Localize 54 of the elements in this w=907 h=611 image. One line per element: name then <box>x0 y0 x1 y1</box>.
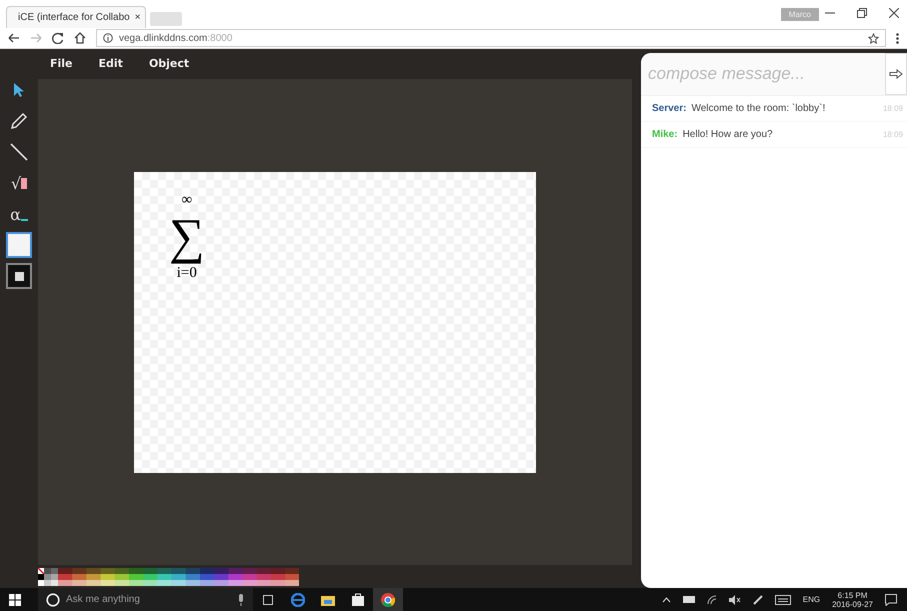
drawing-canvas[interactable]: ∞ ∑ i=0 <box>134 172 536 472</box>
info-icon <box>103 33 113 43</box>
folder-icon[interactable] <box>321 594 335 606</box>
menu-item[interactable]: File <box>50 56 73 70</box>
lower-limit: i=0 <box>176 265 197 281</box>
compose-field[interactable]: compose message... <box>641 53 885 95</box>
address-bar[interactable]: vega.dlinkddns.com:8000 <box>96 29 886 47</box>
reload-icon[interactable] <box>52 32 64 44</box>
restore-icon[interactable] <box>857 8 867 18</box>
tab-close-button[interactable]: × <box>134 12 141 23</box>
search-placeholder: Ask me anything <box>66 594 141 605</box>
stroke-color-swatch[interactable] <box>6 263 32 289</box>
language-indicator[interactable]: ENG <box>802 595 820 604</box>
url-text: vega.dlinkddns.com:8000 <box>119 32 232 44</box>
text-tool[interactable]: α <box>6 201 32 227</box>
battery-icon[interactable] <box>682 596 695 603</box>
message-text: Welcome to the room: `lobby`! <box>691 103 826 114</box>
upper-limit: ∞ <box>181 192 192 208</box>
close-icon[interactable] <box>889 8 899 18</box>
send-button[interactable] <box>885 53 907 95</box>
notification-icon[interactable] <box>885 594 897 606</box>
browser-icon[interactable] <box>291 592 305 606</box>
clock[interactable]: 6:15 PM 2016-09-27 <box>832 590 873 608</box>
keyboard-icon[interactable] <box>774 594 791 604</box>
chrome-icon[interactable] <box>381 592 395 606</box>
wifi-icon[interactable] <box>706 594 717 604</box>
windows-icon[interactable] <box>9 594 21 606</box>
back-icon[interactable] <box>8 33 20 43</box>
cursor-icon <box>13 82 25 98</box>
circle-icon <box>46 592 60 606</box>
browser-tab[interactable]: iCE (interface for Collabo × <box>6 6 146 28</box>
equation-tool[interactable]: √ <box>6 170 32 196</box>
home-icon[interactable] <box>74 32 86 44</box>
speaker-muted-icon[interactable] <box>728 594 741 604</box>
taskbar-search[interactable]: Ask me anything <box>38 588 253 611</box>
task-view-icon[interactable] <box>261 594 275 604</box>
menu-item[interactable]: Object <box>148 56 190 70</box>
color-palette[interactable] <box>38 568 299 586</box>
fill-color-swatch[interactable] <box>6 232 32 258</box>
star-icon[interactable] <box>868 32 879 44</box>
pen-icon[interactable] <box>752 594 763 604</box>
menu-item[interactable]: Edit <box>98 56 123 70</box>
tab-title: iCE (interface for Collabo <box>18 12 130 23</box>
sender-name: Server: <box>652 103 686 114</box>
message-text: Hello! How are you? <box>682 129 774 140</box>
pencil-icon <box>10 112 28 130</box>
line-icon <box>9 142 29 162</box>
menu-icon[interactable] <box>896 32 899 44</box>
sender-name: Mike: <box>652 129 678 140</box>
sum-symbol: ∑ <box>169 208 205 265</box>
chevron-up-icon[interactable] <box>662 596 671 602</box>
arrow-icon <box>889 69 903 79</box>
microphone-icon <box>237 594 245 606</box>
store-icon[interactable] <box>352 593 364 606</box>
